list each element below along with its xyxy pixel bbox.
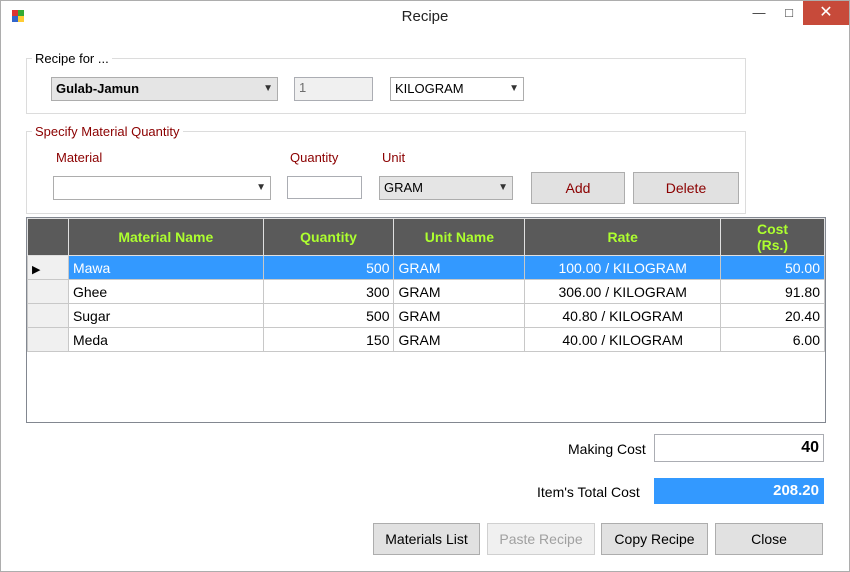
- cell-cost[interactable]: 50.00: [720, 255, 825, 280]
- delete-button[interactable]: Delete: [633, 172, 739, 204]
- column-header-unit-name[interactable]: Unit Name: [393, 218, 526, 256]
- cell-quantity[interactable]: 500: [262, 255, 395, 280]
- table-row[interactable]: Sugar 500 GRAM 40.80 / KILOGRAM 20.40: [27, 303, 825, 328]
- cell-material-name[interactable]: Meda: [67, 327, 264, 352]
- minimize-icon[interactable]: —: [743, 1, 775, 25]
- recipe-select[interactable]: Gulab-Jamun ▼: [51, 77, 278, 101]
- cell-cost[interactable]: 20.40: [720, 303, 825, 328]
- material-label: Material: [56, 150, 103, 165]
- chevron-down-icon: ▼: [509, 83, 519, 94]
- cell-unit-name[interactable]: GRAM: [393, 255, 526, 280]
- cell-quantity[interactable]: 300: [262, 279, 395, 304]
- cell-cost[interactable]: 91.80: [720, 279, 825, 304]
- window-title: Recipe: [401, 8, 449, 25]
- material-unit-select[interactable]: GRAM ▼: [379, 176, 513, 200]
- materials-list-button[interactable]: Materials List: [373, 523, 480, 555]
- close-icon[interactable]: ✕: [803, 1, 849, 25]
- table-row[interactable]: ▶ Mawa 500 GRAM 100.00 / KILOGRAM 50.00: [27, 255, 825, 280]
- column-header-cost-text: Cost (Rs.): [756, 221, 789, 253]
- cell-material-name[interactable]: Ghee: [67, 279, 264, 304]
- total-cost-field: 208.20: [654, 478, 824, 504]
- recipe-window: Recipe — □ ✕ Recipe for ... Gulab-Jamun …: [0, 0, 850, 572]
- cell-rate[interactable]: 100.00 / KILOGRAM: [524, 255, 722, 280]
- material-group-label: Specify Material Quantity: [32, 124, 183, 139]
- cell-rate[interactable]: 40.80 / KILOGRAM: [524, 303, 722, 328]
- material-quantity-field[interactable]: [287, 176, 362, 199]
- column-header-rate[interactable]: Rate: [524, 218, 722, 256]
- cell-unit-name[interactable]: GRAM: [393, 327, 526, 352]
- cell-material-name[interactable]: Sugar: [67, 303, 264, 328]
- row-selector[interactable]: [27, 279, 69, 304]
- cell-quantity[interactable]: 500: [262, 303, 395, 328]
- materials-grid[interactable]: Material Name Quantity Unit Name Rate Co…: [26, 217, 826, 423]
- chevron-down-icon: ▼: [263, 83, 273, 94]
- chevron-down-icon: ▼: [498, 182, 508, 193]
- making-cost-label: Making Cost: [568, 441, 646, 457]
- row-header-corner: [27, 218, 69, 256]
- unit-label: Unit: [382, 150, 406, 165]
- table-row[interactable]: Ghee 300 GRAM 306.00 / KILOGRAM 91.80: [27, 279, 825, 304]
- chevron-down-icon: ▼: [256, 182, 266, 193]
- row-selector[interactable]: [27, 327, 69, 352]
- client-area: Recipe for ... Gulab-Jamun ▼ 1 KILOGRAM …: [1, 32, 849, 571]
- add-button[interactable]: Add: [531, 172, 625, 204]
- current-row-arrow-icon: ▶: [32, 263, 41, 276]
- cell-rate[interactable]: 40.00 / KILOGRAM: [524, 327, 722, 352]
- column-header-cost[interactable]: Cost (Rs.): [720, 218, 825, 256]
- cell-cost[interactable]: 6.00: [720, 327, 825, 352]
- cell-unit-name[interactable]: GRAM: [393, 279, 526, 304]
- total-cost-label: Item's Total Cost: [537, 484, 640, 500]
- title-bar: Recipe — □ ✕: [1, 1, 849, 32]
- recipe-quantity-field[interactable]: 1: [294, 77, 373, 101]
- paste-recipe-button[interactable]: Paste Recipe: [487, 523, 595, 555]
- recipe-group-label: Recipe for ...: [32, 51, 112, 66]
- row-selector[interactable]: ▶: [27, 255, 69, 280]
- row-selector[interactable]: [27, 303, 69, 328]
- column-header-material-name[interactable]: Material Name: [67, 218, 264, 256]
- close-button[interactable]: Close: [715, 523, 823, 555]
- making-cost-field[interactable]: 40: [654, 434, 824, 462]
- cell-unit-name[interactable]: GRAM: [393, 303, 526, 328]
- copy-recipe-button[interactable]: Copy Recipe: [601, 523, 708, 555]
- quantity-label: Quantity: [290, 150, 339, 165]
- table-row[interactable]: Meda 150 GRAM 40.00 / KILOGRAM 6.00: [27, 327, 825, 352]
- column-header-quantity[interactable]: Quantity: [262, 218, 395, 256]
- recipe-unit-select[interactable]: KILOGRAM ▼: [390, 77, 524, 101]
- cell-quantity[interactable]: 150: [262, 327, 395, 352]
- material-select[interactable]: ▼: [53, 176, 271, 200]
- materials-table: Material Name Quantity Unit Name Rate Co…: [27, 218, 825, 352]
- cell-material-name[interactable]: Mawa: [67, 255, 264, 280]
- maximize-icon[interactable]: □: [773, 1, 805, 25]
- cell-rate[interactable]: 306.00 / KILOGRAM: [524, 279, 722, 304]
